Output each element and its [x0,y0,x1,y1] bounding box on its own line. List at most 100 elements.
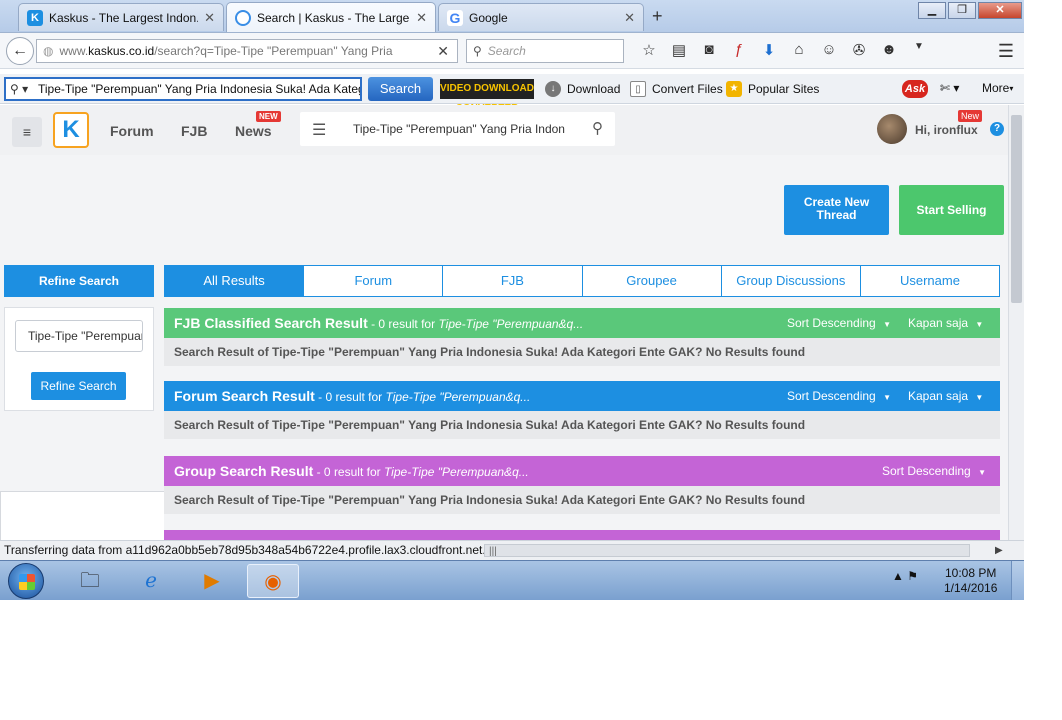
greasemonkey-icon[interactable]: ☻ [874,41,904,59]
windows-logo-icon [19,574,35,590]
section-body: Search Result of Tipe-Tipe "Perempuan" Y… [164,411,1000,439]
kaskus-logo[interactable]: K [53,112,89,148]
time-dropdown[interactable]: Kapan saja ▼ [908,381,983,413]
internet-explorer-icon[interactable]: ℯ [125,564,177,598]
search-icon: ⚲ [473,44,482,58]
start-button[interactable] [8,563,44,599]
chevron-down-icon[interactable]: ▼ [904,41,934,59]
chat-icon[interactable]: ☺ [814,41,844,59]
category-menu-icon[interactable]: ☰ [312,120,326,140]
download-icon: ↓ [545,81,561,97]
film-icon[interactable]: ✇ [844,41,874,59]
video-download-converter-button[interactable]: VIDEO DOWNLOAD CONVERTER [440,79,534,114]
refine-search-button[interactable]: Refine Search [31,372,126,400]
result-count: - 0 result for [314,390,386,404]
avatar[interactable] [877,114,907,144]
globe-icon: ◍ [43,44,54,58]
browser-search-box[interactable]: ⚲ Search [466,39,624,63]
refine-search-heading: Refine Search [4,265,154,297]
nav-news[interactable]: News [235,123,272,139]
google-favicon-icon: G [447,9,463,26]
section-body: Search Result of Tipe-Tipe "Perempuan" Y… [164,486,1000,514]
kaskus-search-box[interactable]: ☰ Tipe-Tipe "Perempuan" Yang Pria Indon … [300,112,615,146]
explorer-icon[interactable]: 🗀 [64,564,116,598]
show-desktop-button[interactable] [1011,561,1024,600]
tab-title: Kaskus - The Largest Indon... [49,10,199,25]
convert-files-button[interactable]: ▯ Convert Files [630,81,723,97]
kaskus-header: ≡ K Forum FJB News NEW ☰ Tipe-Tipe "Pere… [0,105,1008,155]
help-icon[interactable]: ? [990,122,1004,136]
refine-search-input[interactable]: Tipe-Tipe "Perempuan [15,320,143,352]
tab-group-discussions[interactable]: Group Discussions [720,266,860,296]
tab-username[interactable]: Username [859,266,999,296]
stop-icon[interactable]: ✕ [437,43,449,60]
user-greeting[interactable]: Hi, ironflux [915,123,978,137]
start-selling-button[interactable]: Start Selling [899,185,1004,235]
result-count: - 0 result for [313,465,384,479]
search-icon[interactable]: ⚲ [592,119,603,137]
minimize-button[interactable]: ▁ [918,2,946,19]
time-dropdown[interactable]: Kapan saja ▼ [908,308,983,340]
new-tab-button[interactable]: + [652,6,663,27]
section-header: Forum Search Result - 0 result for Tipe-… [164,381,1000,411]
nav-forum[interactable]: Forum [110,123,154,139]
tab-fjb[interactable]: FJB [442,266,581,296]
create-new-thread-button[interactable]: Create New Thread [784,185,889,235]
ask-query: Tipe-Tipe "Perempuan" Yang Pria Indonesi… [38,82,362,96]
file-icon: ▯ [630,81,646,97]
download-button[interactable]: ↓ Download [545,81,620,97]
close-tab-icon[interactable]: ✕ [416,10,427,26]
ask-search-button[interactable]: Search [368,77,433,101]
result-query: Tipe-Tipe "Perempuan&q... [383,465,529,479]
sort-dropdown[interactable]: Sort Descending ▼ [787,308,891,340]
popular-sites-button[interactable]: ★ Popular Sites [726,81,819,97]
home-icon[interactable]: ⌂ [784,41,814,59]
time-label: Kapan saja [908,316,969,330]
media-player-icon[interactable]: ▶ [186,564,238,598]
url-prefix: www. [59,44,89,58]
more-button[interactable]: More ▾ [982,81,1013,95]
vertical-scrollbar[interactable] [1008,105,1024,540]
downloads-icon[interactable]: ⬇ [754,41,784,59]
sort-dropdown[interactable]: Sort Descending ▼ [882,456,986,488]
pocket-icon[interactable]: ◙ [694,41,724,59]
search-icon: ⚲ ▾ [10,82,29,96]
horizontal-scrollbar[interactable]: ||| [484,544,970,557]
download-label: Download [567,82,621,96]
ask-logo-icon[interactable]: Ask [902,80,928,98]
ask-search-input[interactable]: ⚲ ▾ Tipe-Tipe "Perempuan" Yang Pria Indo… [4,77,362,101]
scroll-right-icon[interactable]: ▶ [995,541,1003,560]
loading-spinner-icon [235,9,251,26]
tools-icon[interactable]: ✄ ▾ [940,81,959,95]
clock[interactable]: 10:08 PM 1/14/2016 [944,566,997,596]
close-tab-icon[interactable]: ✕ [204,10,215,26]
back-button[interactable]: ← [6,37,34,65]
close-tab-icon[interactable]: ✕ [624,10,635,26]
section-body: Search Result of Tipe-Tipe "Perempuan" Y… [164,338,1000,366]
tab-google[interactable]: G Google ✕ [438,3,644,31]
tab-all-results[interactable]: All Results [165,266,304,296]
tab-groupee[interactable]: Groupee [581,266,721,296]
tab-kaskus-home[interactable]: K Kaskus - The Largest Indon... ✕ [18,3,224,31]
forum-result-section: Forum Search Result - 0 result for Tipe-… [164,381,1000,439]
tray-overflow-icon[interactable]: ▲ ⚑ [892,569,918,583]
tab-kaskus-search[interactable]: Search | Kaskus - The Large... ✕ [226,2,436,32]
reading-list-icon[interactable]: ▤ [664,41,694,59]
star-icon: ★ [726,81,742,97]
hamburger-menu-icon[interactable]: ≡ [12,117,42,147]
flash-icon[interactable]: ƒ [724,41,754,59]
nav-fjb[interactable]: FJB [181,123,207,139]
user-new-badge: New [958,110,983,122]
firefox-icon[interactable]: ◉ [247,564,299,598]
scrollbar-thumb[interactable] [1011,115,1022,303]
group-result-section: Group Search Result - 0 result for Tipe-… [164,456,1000,514]
close-window-button[interactable]: ✕ [978,2,1022,19]
sort-dropdown[interactable]: Sort Descending ▼ [787,381,891,413]
bookmark-star-icon[interactable]: ☆ [634,41,664,59]
restore-button[interactable]: ❐ [948,2,976,19]
web-page: ≡ K Forum FJB News NEW ☰ Tipe-Tipe "Pere… [0,105,1008,540]
scroll-grip-icon: ||| [489,546,497,557]
menu-icon[interactable]: ☰ [998,41,1014,62]
address-bar[interactable]: ◍ www. kaskus.co.id/search?q=Tipe-Tipe "P… [36,39,458,63]
tab-forum[interactable]: Forum [303,266,442,296]
